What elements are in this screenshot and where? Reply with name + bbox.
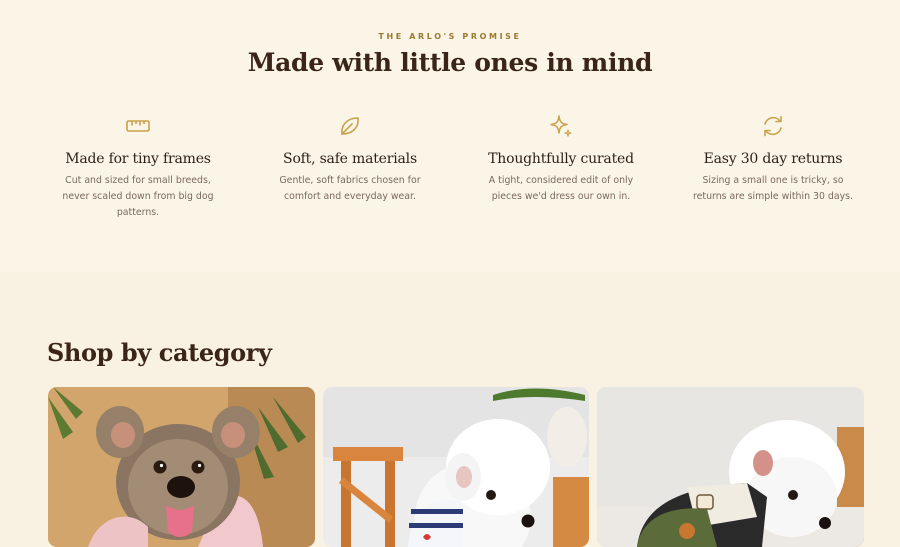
feature-safe-materials: Soft, safe materials Gentle, soft fabric…	[265, 113, 435, 205]
shop-by-category-title: Shop by category	[47, 338, 272, 367]
feature-description: Gentle, soft fabrics chosen for comfort …	[279, 175, 421, 202]
white-poodle-photo	[323, 387, 589, 547]
promise-eyebrow: THE ARLO'S PROMISE	[378, 32, 522, 41]
feature-description: Sizing a small one is tricky, so returns…	[692, 175, 854, 202]
category-card-2[interactable]	[323, 387, 589, 547]
white-poodle-jacket-photo	[597, 387, 864, 547]
category-card-1[interactable]	[48, 387, 315, 547]
feature-returns: Easy 30 day returns Sizing a small one i…	[688, 113, 858, 205]
yorkie-dog-photo	[48, 387, 315, 547]
feature-description: A tight, considered edit of only pieces …	[488, 175, 634, 202]
category-card-3[interactable]	[597, 387, 864, 547]
promise-title: Made with little ones in mind	[247, 48, 653, 77]
refresh-icon	[764, 115, 782, 137]
feature-description: Cut and sized for small breeds, never sc…	[62, 175, 214, 218]
sparkle-icon	[550, 115, 572, 137]
feature-title: Thoughtfully curated	[488, 151, 634, 167]
feature-title: Made for tiny frames	[65, 151, 211, 167]
promise-section: THE ARLO'S PROMISE Made with little ones…	[0, 0, 900, 272]
feature-title: Soft, safe materials	[283, 151, 417, 167]
leaf-icon	[341, 117, 359, 135]
feature-tiny-frames: Made for tiny frames Cut and sized for s…	[53, 113, 223, 221]
ruler-icon	[126, 120, 150, 132]
feature-title: Easy 30 day returns	[703, 151, 843, 167]
feature-curated: Thoughtfully curated A tight, considered…	[476, 113, 646, 205]
